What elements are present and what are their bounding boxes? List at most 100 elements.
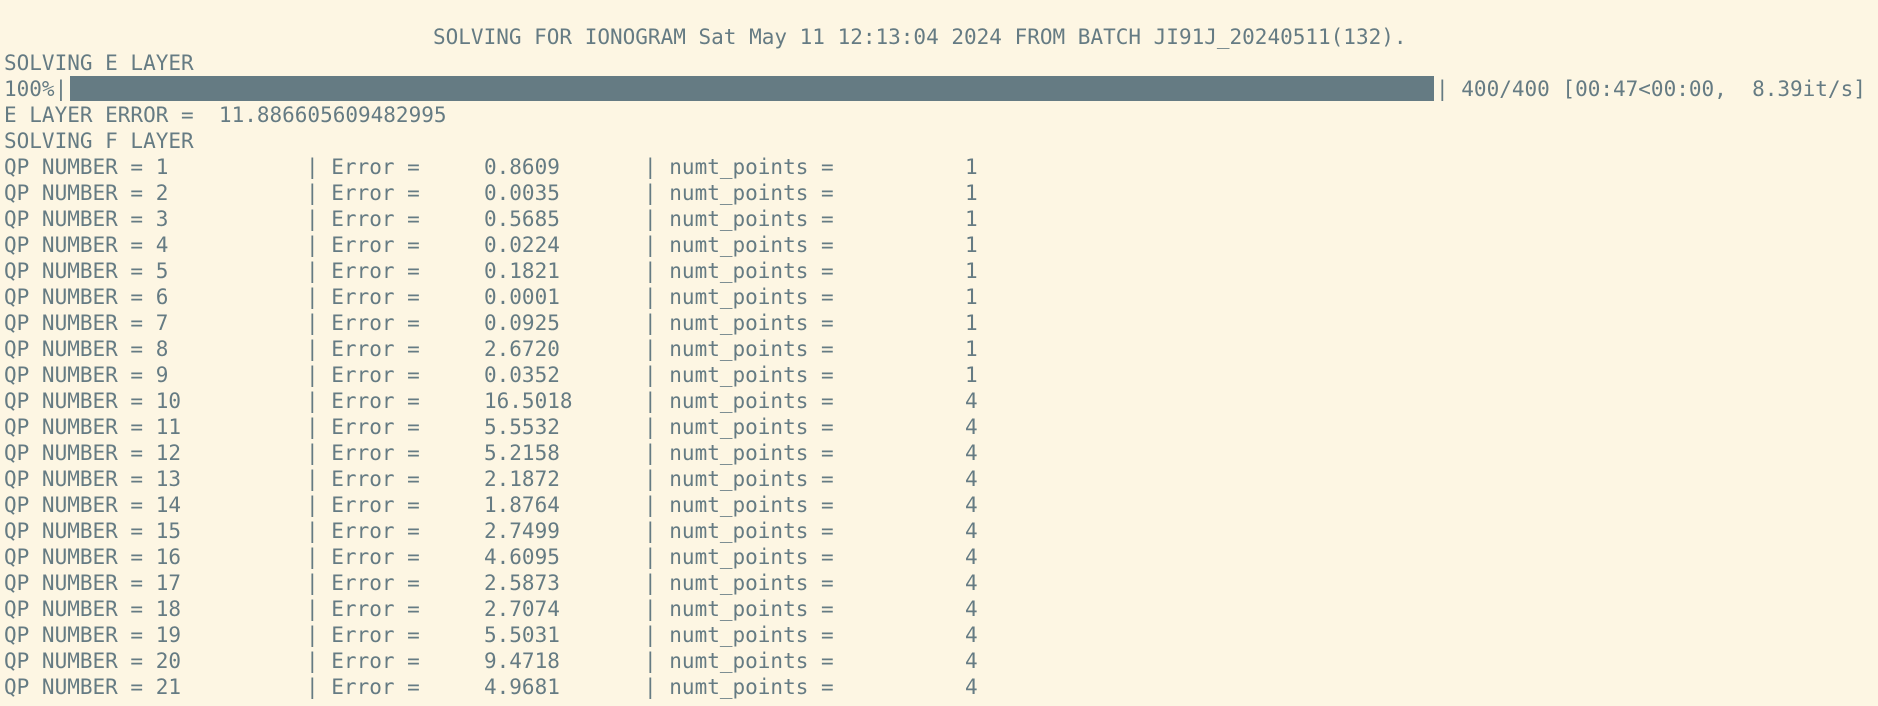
qp-number: QP NUMBER = 9 [4, 363, 169, 387]
error-value: 0.0224 [484, 233, 560, 257]
qp-number: QP NUMBER = 20 [4, 649, 182, 673]
error-label: | Error = [306, 649, 420, 673]
points-value: 1 [965, 155, 978, 179]
points-label: | numt_points = [644, 285, 834, 309]
progress-percent: 100%| [4, 77, 68, 101]
error-label: | Error = [306, 337, 420, 361]
error-label: | Error = [306, 675, 420, 699]
points-value: 1 [965, 259, 978, 283]
error-label: | Error = [306, 285, 420, 309]
points-label: | numt_points = [644, 493, 834, 517]
qp-number: QP NUMBER = 8 [4, 337, 169, 361]
error-value: 4.6095 [484, 545, 560, 569]
table-row: QP NUMBER = 15 | Error = 2.7499 | numt_poin… [0, 518, 1878, 544]
error-label: | Error = [306, 181, 420, 205]
table-row: QP NUMBER = 12 | Error = 5.2158 | numt_poin… [0, 440, 1878, 466]
table-row: QP NUMBER = 18 | Error = 2.7074 | numt_poin… [0, 596, 1878, 622]
points-value: 4 [965, 623, 978, 647]
qp-number: QP NUMBER = 12 [4, 441, 182, 465]
qp-number: QP NUMBER = 19 [4, 623, 182, 647]
points-label: | numt_points = [644, 441, 834, 465]
error-label: | Error = [306, 545, 420, 569]
error-value: 0.0035 [484, 181, 560, 205]
error-value: 5.5031 [484, 623, 560, 647]
points-value: 1 [965, 207, 978, 231]
error-label: | Error = [306, 259, 420, 283]
table-row: QP NUMBER = 1 | Error = 0.8609 | numt_point… [0, 154, 1878, 180]
table-row: QP NUMBER = 2 | Error = 0.0035 | numt_point… [0, 180, 1878, 206]
table-row: QP NUMBER = 7 | Error = 0.0925 | numt_point… [0, 310, 1878, 336]
points-value: 4 [965, 649, 978, 673]
error-label: | Error = [306, 155, 420, 179]
points-value: 4 [965, 441, 978, 465]
qp-number: QP NUMBER = 21 [4, 675, 182, 699]
points-label: | numt_points = [644, 415, 834, 439]
points-label: | numt_points = [644, 259, 834, 283]
error-label: | Error = [306, 415, 420, 439]
qp-number: QP NUMBER = 10 [4, 389, 182, 413]
error-value: 2.5873 [484, 571, 560, 595]
points-value: 4 [965, 415, 978, 439]
points-label: | numt_points = [644, 181, 834, 205]
e-layer-title: SOLVING E LAYER [4, 51, 194, 75]
points-label: | numt_points = [644, 545, 834, 569]
table-row: QP NUMBER = 13 | Error = 2.1872 | numt_poin… [0, 466, 1878, 492]
points-value: 4 [965, 389, 978, 413]
qp-number: QP NUMBER = 7 [4, 311, 169, 335]
error-value: 0.0001 [484, 285, 560, 309]
error-label: | Error = [306, 597, 420, 621]
error-label: | Error = [306, 571, 420, 595]
points-value: 1 [965, 311, 978, 335]
table-row: QP NUMBER = 19 | Error = 5.5031 | numt_poin… [0, 622, 1878, 648]
error-value: 5.5532 [484, 415, 560, 439]
error-value: 2.7074 [484, 597, 560, 621]
qp-number: QP NUMBER = 6 [4, 285, 169, 309]
e-layer-error: E LAYER ERROR = 11.886605609482995 [4, 103, 447, 127]
points-label: | numt_points = [644, 337, 834, 361]
points-value: 4 [965, 571, 978, 595]
error-value: 0.0352 [484, 363, 560, 387]
error-value: 0.5685 [484, 207, 560, 231]
points-label: | numt_points = [644, 649, 834, 673]
table-row: QP NUMBER = 4 | Error = 0.0224 | numt_point… [0, 232, 1878, 258]
error-value: 0.1821 [484, 259, 560, 283]
error-label: | Error = [306, 311, 420, 335]
points-label: | numt_points = [644, 675, 834, 699]
error-label: | Error = [306, 493, 420, 517]
points-label: | numt_points = [644, 467, 834, 491]
error-label: | Error = [306, 233, 420, 257]
error-label: | Error = [306, 389, 420, 413]
points-label: | numt_points = [644, 519, 834, 543]
error-value: 1.8764 [484, 493, 560, 517]
table-row: QP NUMBER = 6 | Error = 0.0001 | numt_point… [0, 284, 1878, 310]
points-label: | numt_points = [644, 623, 834, 647]
points-label: | numt_points = [644, 155, 834, 179]
ionogram-header: SOLVING FOR IONOGRAM Sat May 11 12:13:04… [433, 25, 1407, 49]
error-value: 2.1872 [484, 467, 560, 491]
table-row: QP NUMBER = 20 | Error = 9.4718 | numt_poin… [0, 648, 1878, 674]
points-value: 4 [965, 675, 978, 699]
points-label: | numt_points = [644, 207, 834, 231]
table-row: QP NUMBER = 21 | Error = 4.9681 | numt_poin… [0, 674, 1878, 700]
qp-number: QP NUMBER = 17 [4, 571, 182, 595]
points-value: 4 [965, 597, 978, 621]
qp-number: QP NUMBER = 11 [4, 415, 182, 439]
points-value: 4 [965, 493, 978, 517]
qp-number: QP NUMBER = 3 [4, 207, 169, 231]
points-value: 4 [965, 467, 978, 491]
qp-number: QP NUMBER = 2 [4, 181, 169, 205]
terminal-window[interactable]: SOLVING FOR IONOGRAM Sat May 11 12:13:04… [0, 0, 1878, 706]
error-value: 5.2158 [484, 441, 560, 465]
error-label: | Error = [306, 441, 420, 465]
error-value: 9.4718 [484, 649, 560, 673]
error-value: 2.6720 [484, 337, 560, 361]
points-label: | numt_points = [644, 311, 834, 335]
points-value: 1 [965, 363, 978, 387]
table-row: QP NUMBER = 10 | Error = 16.5018 | numt_poi… [0, 388, 1878, 414]
points-label: | numt_points = [644, 233, 834, 257]
progress-bar-fill [70, 76, 1434, 101]
progress-status: | 400/400 [00:47<00:00, 8.39it/s] [1436, 77, 1866, 101]
error-value: 0.0925 [484, 311, 560, 335]
error-value: 4.9681 [484, 675, 560, 699]
f-layer-title: SOLVING F LAYER [4, 129, 194, 153]
